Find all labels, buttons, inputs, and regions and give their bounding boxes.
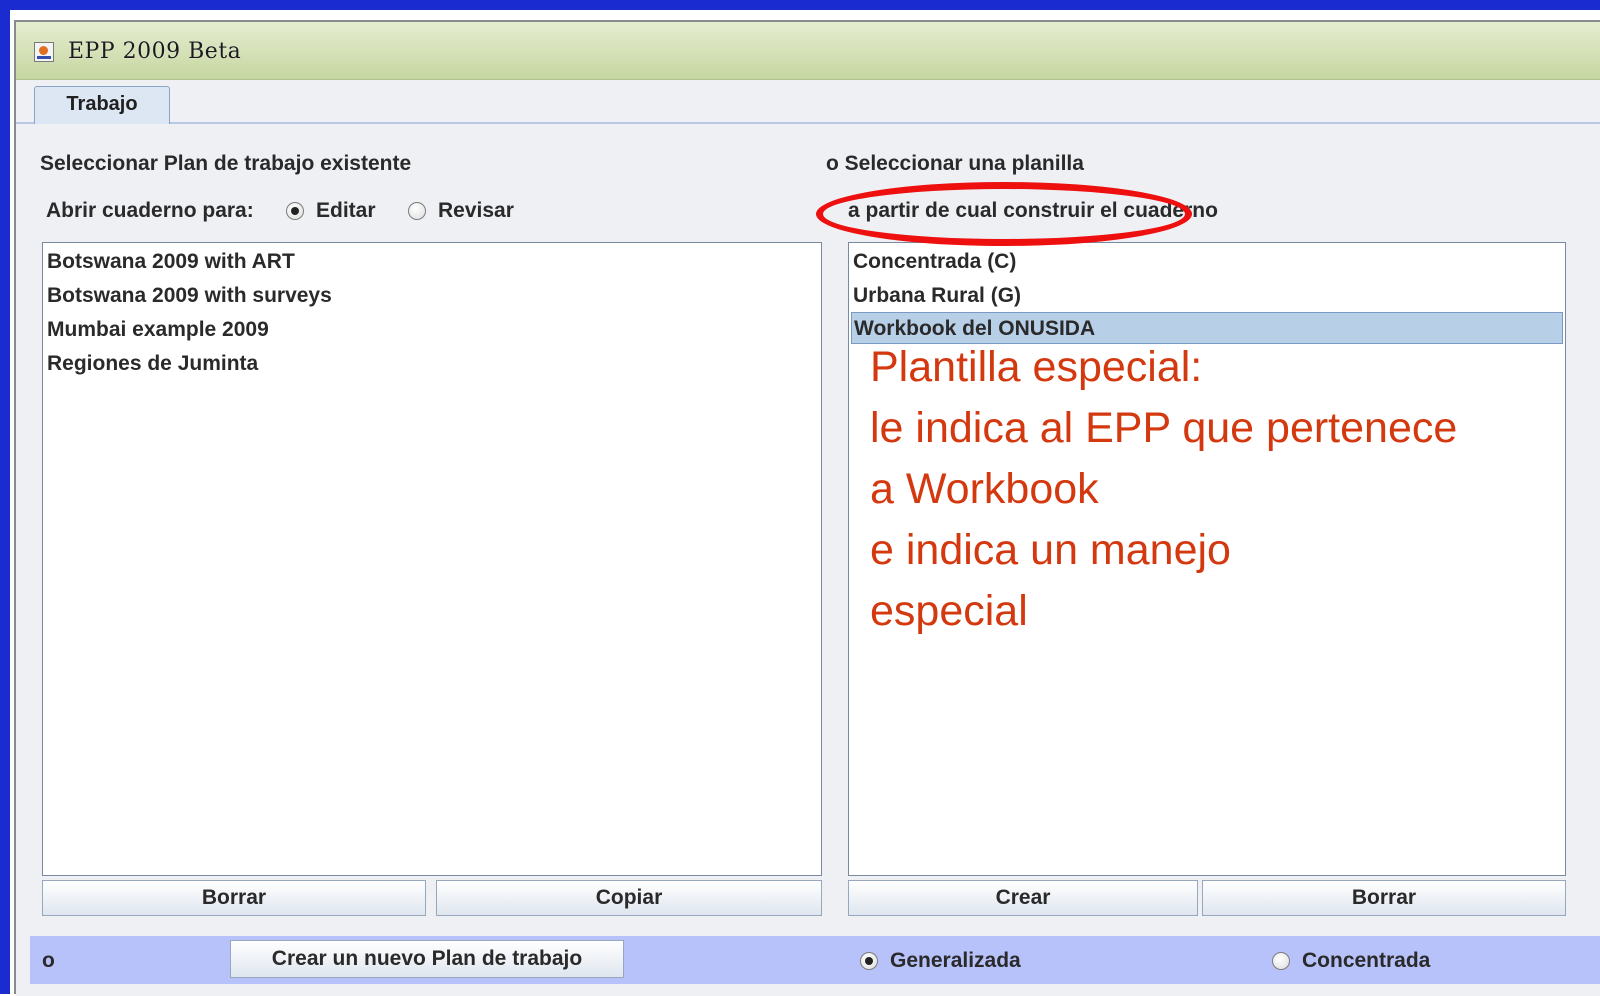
java-app-icon xyxy=(34,42,54,62)
list-item[interactable]: Botswana 2009 with surveys xyxy=(45,280,332,312)
radio-generalized-label: Generalizada xyxy=(890,949,1021,972)
radio-generalized[interactable]: Generalizada xyxy=(860,949,1021,973)
radio-concentrated-indicator[interactable] xyxy=(1272,952,1290,970)
existing-plan-heading: Seleccionar Plan de trabajo existente xyxy=(40,152,412,175)
highlight-ellipse xyxy=(816,182,1192,246)
annotation-text: Plantilla especial: le indica al EPP que… xyxy=(870,337,1457,642)
delete-template-button[interactable]: Borrar xyxy=(1202,880,1566,916)
template-heading: o Seleccionar una planilla xyxy=(826,152,1084,175)
radio-review[interactable]: Revisar xyxy=(408,199,514,223)
radio-edit-indicator[interactable] xyxy=(286,202,304,220)
list-item[interactable]: Botswana 2009 with ART xyxy=(45,246,295,278)
list-item[interactable]: Urbana Rural (G) xyxy=(851,280,1021,312)
window-title: EPP 2009 Beta xyxy=(68,39,242,64)
radio-concentrated-label: Concentrada xyxy=(1302,949,1431,972)
annotation-line: e indica un manejo xyxy=(870,526,1231,574)
list-item[interactable]: Regiones de Juminta xyxy=(45,348,258,380)
radio-review-label: Revisar xyxy=(438,199,514,222)
annotation-line: le indica al EPP que pertenece xyxy=(870,404,1458,452)
annotation-line: especial xyxy=(870,587,1028,635)
copy-plan-button[interactable]: Copiar xyxy=(436,880,822,916)
existing-plans-list[interactable]: Botswana 2009 with ART Botswana 2009 wit… xyxy=(42,242,822,876)
list-item[interactable]: Concentrada (C) xyxy=(851,246,1016,278)
radio-concentrated[interactable]: Concentrada xyxy=(1272,949,1430,973)
delete-plan-button[interactable]: Borrar xyxy=(42,880,426,916)
radio-generalized-indicator[interactable] xyxy=(860,952,878,970)
radio-review-indicator[interactable] xyxy=(408,202,426,220)
open-workbook-label: Abrir cuaderno para: xyxy=(46,199,254,222)
create-workbook-button[interactable]: Crear xyxy=(848,880,1198,916)
radio-edit-label: Editar xyxy=(316,199,376,222)
annotation-line: Plantilla especial: xyxy=(870,343,1203,391)
radio-edit[interactable]: Editar xyxy=(286,199,376,223)
annotation-line: a Workbook xyxy=(870,465,1099,513)
new-plan-button[interactable]: Crear un nuevo Plan de trabajo xyxy=(230,940,624,978)
tab-strip: Trabajo xyxy=(16,80,1600,124)
list-item[interactable]: Mumbai example 2009 xyxy=(45,314,269,346)
tab-trabajo[interactable]: Trabajo xyxy=(34,86,170,124)
or-label: o xyxy=(42,949,55,972)
title-bar[interactable]: EPP 2009 Beta xyxy=(16,22,1600,80)
